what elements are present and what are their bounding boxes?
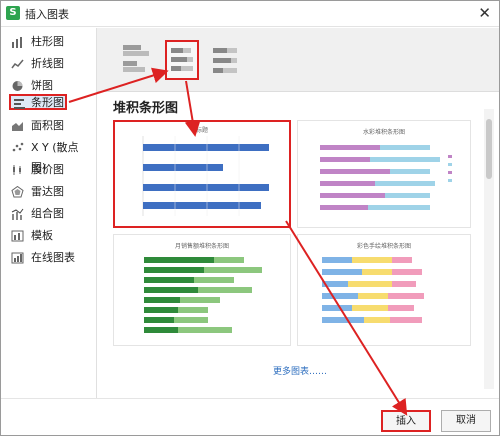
bar: [143, 202, 261, 209]
insert-button[interactable]: 插入: [381, 410, 431, 432]
sidebar-item-label: 折线图: [31, 57, 64, 70]
sidebar-item-bar[interactable]: 条形图: [9, 94, 67, 110]
sidebar-item-template[interactable]: 模板: [7, 226, 93, 246]
radar-chart-icon: [11, 186, 24, 198]
insert-chart-dialog: S 插入图表 ✕ 柱形图 折线图 饼图 条形图 面积图 X Y (散点图) 股价…: [0, 0, 500, 436]
bar: [143, 184, 269, 191]
sidebar-item-stock[interactable]: 股价图: [7, 160, 93, 180]
card-title: 彩色手绘堆积条形图: [356, 243, 411, 250]
stock-chart-icon: [13, 165, 21, 175]
sidebar-item-label: 组合图: [31, 207, 64, 220]
title-bar: S 插入图表 ✕: [1, 1, 499, 27]
section-heading: 堆积条形图: [113, 101, 179, 116]
online-chart-icon: [11, 252, 24, 264]
subtype-clustered-bar[interactable]: [119, 40, 153, 80]
sidebar-item-scatter[interactable]: X Y (散点图): [7, 138, 93, 174]
sidebar-item-line[interactable]: 折线图: [7, 54, 93, 74]
sidebar-item-area[interactable]: 面积图: [7, 116, 93, 136]
bar-chart-icon: [14, 99, 25, 109]
sidebar-item-label: 模板: [31, 229, 53, 242]
sidebar-item-label: 雷达图: [31, 185, 64, 198]
column-chart-icon: [12, 37, 22, 48]
sidebar-item-label: 条形图: [31, 96, 64, 109]
bar: [143, 144, 269, 151]
dialog-title: 插入图表: [25, 8, 69, 21]
sidebar-item-column[interactable]: 柱形图: [7, 32, 93, 52]
subtype-percent-stacked-bar[interactable]: [209, 40, 243, 80]
sidebar-item-label: 柱形图: [31, 35, 64, 48]
chart-card-colorful[interactable]: 彩色手绘堆积条形图: [297, 234, 471, 346]
vertical-scrollbar[interactable]: [484, 109, 494, 389]
sidebar-item-label: 饼图: [31, 79, 53, 92]
chart-card-monthly-sales[interactable]: 月销售额堆积条形图: [113, 234, 291, 346]
subtype-strip: [97, 28, 499, 92]
card-preview: [320, 145, 452, 210]
sidebar-item-label: 面积图: [31, 119, 64, 132]
combo-chart-icon: [11, 208, 24, 220]
pie-chart-icon: [12, 81, 23, 91]
sidebar-item-online[interactable]: 在线图表: [7, 248, 93, 268]
sidebar-item-pie[interactable]: 饼图: [7, 76, 93, 96]
sidebar-item-radar[interactable]: 雷达图: [7, 182, 93, 202]
subtype-stacked-bar[interactable]: [165, 40, 199, 80]
card-preview: [142, 136, 269, 216]
sidebar-item-label: 股价图: [31, 163, 64, 176]
chart-card-default[interactable]: 标题: [113, 120, 291, 228]
card-preview: [144, 257, 262, 333]
sidebar-item-label: 在线图表: [31, 251, 75, 264]
cancel-button[interactable]: 取消: [441, 410, 491, 432]
scrollbar-thumb[interactable]: [486, 119, 492, 179]
close-icon[interactable]: ✕: [478, 4, 491, 22]
chart-card-watercolor[interactable]: 水彩堆积条形图: [297, 120, 471, 228]
card-title: 月销售额堆积条形图: [174, 243, 229, 250]
card-title: 水彩堆积条形图: [362, 129, 405, 136]
template-icon: [11, 230, 24, 242]
bar: [143, 164, 223, 171]
card-title: 标题: [195, 127, 208, 134]
area-chart-icon: [12, 122, 23, 131]
card-preview: [322, 257, 424, 323]
wps-app-icon: S: [6, 6, 20, 20]
more-charts-link[interactable]: 更多图表……: [273, 364, 327, 377]
chart-type-sidebar: 柱形图 折线图 饼图 条形图 面积图 X Y (散点图) 股价图 雷达图 组合图…: [1, 28, 97, 398]
scatter-chart-icon: [12, 142, 24, 152]
watercolor-bars: [320, 145, 440, 210]
line-chart-icon: [11, 59, 24, 69]
sidebar-item-combo[interactable]: 组合图: [7, 204, 93, 224]
